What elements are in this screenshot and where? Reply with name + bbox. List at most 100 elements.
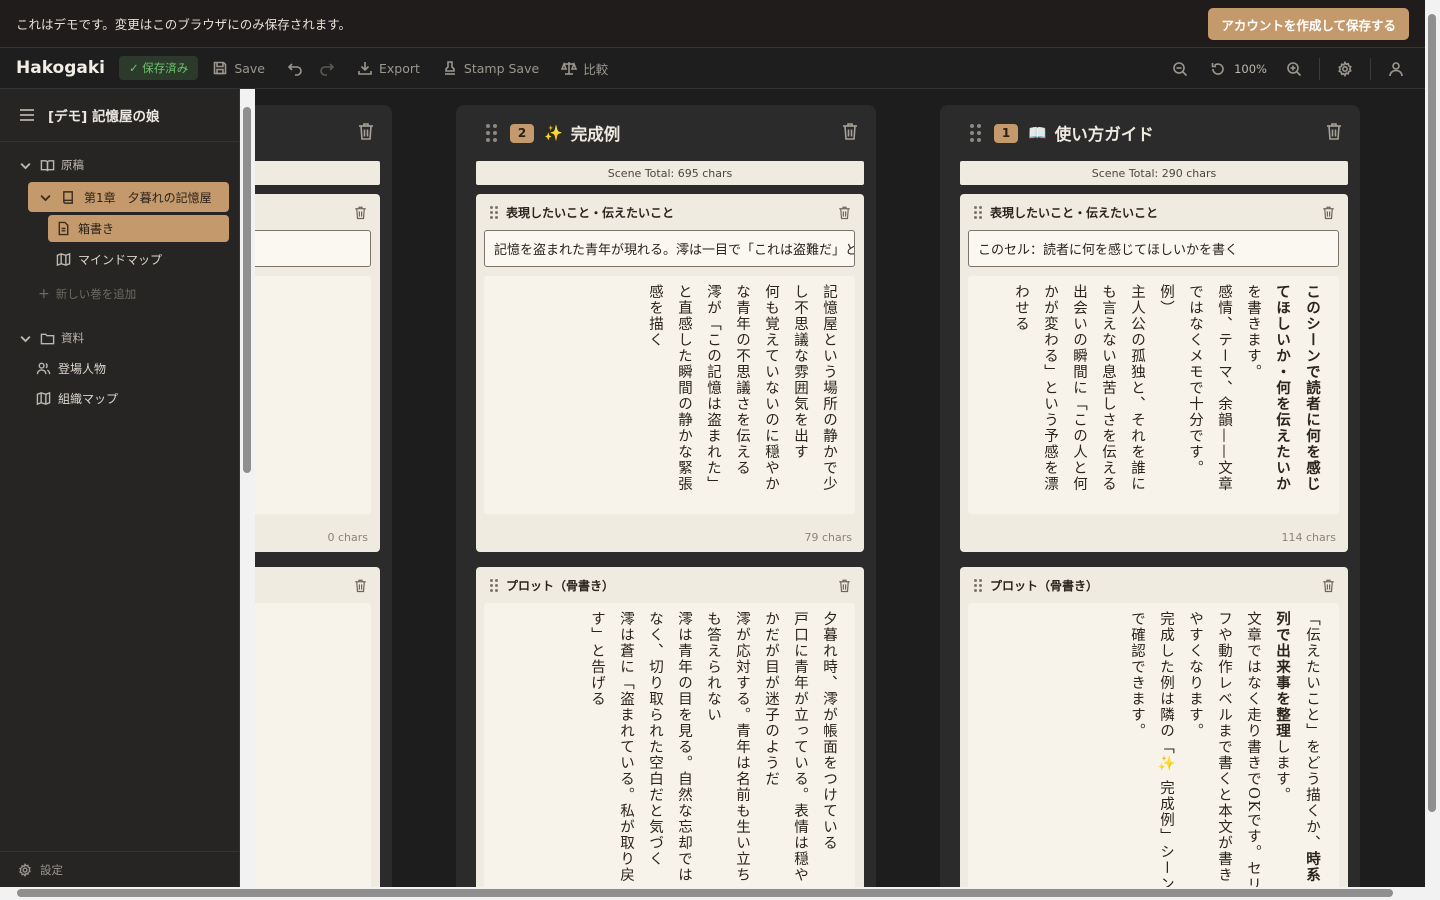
map-icon: [56, 252, 71, 266]
drag-handle-icon[interactable]: [490, 579, 498, 592]
add-book-button[interactable]: + 新しい巻を追加: [0, 279, 239, 309]
tree-item-characters[interactable]: 登場人物: [0, 353, 239, 383]
tree-item-mindmap[interactable]: マインドマップ: [0, 244, 239, 274]
drag-handle-icon[interactable]: [974, 206, 982, 219]
cell-header: プロット（骨書き）: [476, 567, 864, 604]
theme-input[interactable]: 記憶を盗まれた青年が現れる。澪は一目で「これは盗難だ」と見抜く: [484, 230, 855, 267]
scene-column-example: 2 ✨ 完成例 Scene Total: 695 chars 表現したいこと・伝…: [456, 105, 876, 887]
settings-button[interactable]: [1337, 60, 1353, 77]
drag-handle-icon[interactable]: [970, 124, 981, 142]
tree-item-hakogaki[interactable]: 箱書き: [48, 215, 229, 242]
scene-board: 0 chars 2 ✨ 完成例 Scene Total: 695 chars 表…: [255, 89, 1425, 887]
cell-header: 表現したいこと・伝えたいこと: [960, 194, 1348, 231]
sidebar-scrollbar-thumb[interactable]: [243, 107, 251, 473]
tree-item-chapter-1[interactable]: 第1章 夕暮れの記憶屋: [28, 182, 229, 212]
reset-zoom-button[interactable]: [1210, 61, 1226, 77]
users-icon: [36, 362, 51, 374]
cell-text-area[interactable]: 夕暮れ時、澪が帳面をつけている 戸口に青年が立っている。表情は穏やかだが目が迷子…: [484, 603, 855, 887]
theme-input[interactable]: このセル：読者に何を感じてほしいかを書く: [968, 230, 1339, 267]
cell-heading: 表現したいこと・伝えたいこと: [990, 206, 1159, 220]
delete-cell-button[interactable]: [1321, 578, 1336, 597]
create-account-button[interactable]: アカウントを作成して保存する: [1208, 8, 1409, 40]
document-icon: [58, 221, 69, 236]
cell-body-lead: 「伝えたいこと」をどう描くか、: [1304, 611, 1320, 851]
book-open-icon: [40, 159, 55, 171]
page-vertical-scrollbar[interactable]: [1425, 0, 1440, 887]
drag-handle-icon[interactable]: [490, 206, 498, 219]
book-icon: 📖: [1028, 124, 1047, 142]
tree-label: 箱書き: [78, 222, 115, 236]
toolbar-divider: [1319, 57, 1320, 80]
plus-icon: +: [38, 286, 50, 302]
stamp-save-button[interactable]: Stamp Save: [442, 60, 539, 76]
menu-icon[interactable]: [18, 106, 36, 124]
cell-text-area[interactable]: このシーンで読者に何を感じてほしいか・何を伝えたいかを書きます。 感情、テーマ、…: [968, 276, 1339, 514]
tree-item-manuscript[interactable]: 原稿: [0, 150, 239, 180]
cell-body-rest: します。 文章ではなく走り書きでOKです。セリフや動作レベルまで書くと本文が書き…: [1129, 611, 1290, 887]
sparkles-icon: ✨: [544, 124, 563, 142]
map-icon: [36, 391, 51, 405]
delete-cell-button[interactable]: [837, 578, 852, 597]
save-icon: [214, 61, 227, 75]
scene-title[interactable]: 使い方ガイド: [1055, 121, 1154, 145]
stamp-icon: [444, 61, 455, 75]
scene-total: Scene Total: 695 chars: [476, 161, 864, 185]
save-button[interactable]: Save: [212, 60, 265, 76]
delete-cell-button[interactable]: [353, 205, 368, 224]
page-vertical-scrollbar-thumb[interactable]: [1428, 14, 1436, 812]
tree-item-org-map[interactable]: 組織マップ: [0, 383, 239, 413]
scene-column: 0 chars: [255, 105, 392, 887]
stamp-save-label: Stamp Save: [463, 60, 540, 76]
drag-handle-icon[interactable]: [486, 124, 497, 142]
export-button[interactable]: Export: [357, 60, 420, 76]
trash-icon: [359, 123, 373, 140]
toolbar-right: 100%: [1161, 48, 1415, 89]
trash-icon: [355, 206, 366, 220]
delete-cell-button[interactable]: [353, 578, 368, 597]
chevron-down-icon: [20, 335, 31, 342]
tree-item-materials[interactable]: 資料: [0, 323, 239, 353]
zoom-in-button[interactable]: [1286, 61, 1302, 77]
delete-scene-button[interactable]: [840, 121, 860, 145]
toolbar-divider: [1370, 57, 1371, 80]
scene-cell: プロット（骨書き） 「伝えたいこと」をどう描くか、時系列で出来事を整理します。 …: [960, 567, 1348, 887]
redo-button[interactable]: [319, 60, 335, 76]
delete-cell-button[interactable]: [1321, 205, 1336, 224]
sidebar-settings-button[interactable]: 設定: [0, 851, 240, 887]
zoom-out-button[interactable]: [1172, 61, 1188, 77]
cell-body-rest: を書きます。 感情、テーマ、余韻——文章ではなくメモで十分です。 例） 主人公の…: [1013, 284, 1261, 492]
scene-column-header: 1 📖 使い方ガイド: [940, 105, 1360, 161]
scene-cell: プロット（骨書き） 夕暮れ時、澪が帳面をつけている 戸口に青年が立っている。表情…: [476, 567, 864, 887]
theme-input[interactable]: [255, 230, 371, 267]
cell-text-area[interactable]: 記憶屋という場所の静かで少し不思議な雰囲気を出す 何も覚えていないのに穏やかな青…: [484, 276, 855, 514]
scene-total: [255, 161, 380, 185]
book-icon: [63, 190, 73, 204]
undo-button[interactable]: [287, 60, 303, 76]
tree-label: 登場人物: [58, 361, 107, 376]
sidebar-scrollbar[interactable]: [240, 89, 255, 887]
delete-scene-button[interactable]: [356, 121, 376, 145]
cell-text-area[interactable]: [255, 276, 371, 514]
compare-label: 比較: [583, 61, 609, 77]
project-tree: 原稿 第1章 夕暮れの記憶屋 箱書き マインドマップ + 新しい巻を追加 資料 …: [0, 142, 239, 413]
compare-button[interactable]: 比較: [561, 59, 608, 78]
saved-status-badge: ✓ 保存済み: [119, 56, 199, 80]
cell-text-area[interactable]: [255, 603, 371, 887]
page-horizontal-scrollbar[interactable]: [0, 887, 1440, 900]
folder-icon: [40, 333, 55, 344]
page-horizontal-scrollbar-thumb[interactable]: [17, 889, 1393, 897]
scene-title[interactable]: 完成例: [571, 121, 621, 145]
gear-icon: [19, 862, 31, 877]
undo-icon: [287, 63, 302, 76]
delete-scene-button[interactable]: [1324, 121, 1344, 145]
reset-icon: [1211, 62, 1224, 75]
trash-icon: [1327, 123, 1341, 140]
scene-cell: [255, 567, 380, 887]
cell-text-area[interactable]: 「伝えたいこと」をどう描くか、時系列で出来事を整理します。 文章ではなく走り書き…: [968, 603, 1339, 887]
drag-handle-icon[interactable]: [974, 579, 982, 592]
settings-label: 設定: [40, 862, 63, 877]
trash-icon: [355, 579, 366, 593]
demo-banner: これはデモです。変更はこのブラウザにのみ保存されます。 アカウントを作成して保存…: [0, 0, 1425, 48]
delete-cell-button[interactable]: [837, 205, 852, 224]
account-button[interactable]: [1388, 61, 1404, 77]
